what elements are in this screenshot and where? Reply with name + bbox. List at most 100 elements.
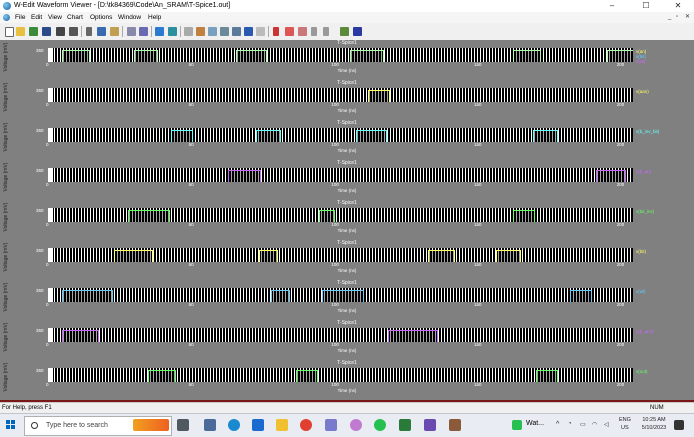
text-icon[interactable] (256, 27, 265, 36)
menu-file[interactable]: File (15, 12, 25, 23)
waveform-panel[interactable]: Voltage (mV) T-Spice1 350 0 50 100 150 200 Time … (0, 80, 694, 122)
tray-battery-icon[interactable]: ▭ (580, 421, 586, 428)
legend-entry[interactable]: v(b_an) (636, 169, 651, 174)
menu-edit[interactable]: Edit (31, 12, 42, 23)
cut-icon[interactable] (86, 27, 92, 36)
plot-area[interactable] (48, 168, 633, 182)
mdi-minimize-button[interactable]: _ (668, 12, 671, 23)
clock-time[interactable]: 10:25 AM (637, 417, 671, 423)
whatsapp-window-icon[interactable] (512, 420, 522, 430)
pause-icon[interactable] (311, 27, 317, 36)
whatsapp-window-label[interactable]: Wat... (526, 420, 544, 427)
app-icon-generic[interactable] (325, 419, 337, 431)
x-tick-label: 0 (46, 182, 49, 187)
maximize-button[interactable]: ☐ (632, 0, 660, 12)
weather-widget-icon[interactable] (133, 419, 169, 431)
waveform-panel[interactable]: Voltage (mV) T-Spice1 350 0 50 100 150 200 Time … (0, 160, 694, 202)
plot-area[interactable] (48, 88, 633, 102)
document-icon[interactable] (3, 14, 10, 21)
clock-date[interactable]: 5/10/2023 (637, 425, 671, 431)
legend-entry[interactable]: v(out) (636, 369, 648, 374)
new-file-icon[interactable] (5, 27, 14, 37)
chrome-browser-icon[interactable] (300, 419, 312, 431)
legend-entry[interactable]: v(b_an2) (636, 329, 654, 334)
camera-app-icon[interactable] (350, 419, 362, 431)
plot-area[interactable] (48, 248, 633, 262)
overlay-icon[interactable] (244, 27, 253, 36)
x-tick-label: 150 (474, 382, 482, 387)
waveform-panel[interactable]: Voltage (mV) T-Spice1 350 0 50 100 150 200 Time … (0, 360, 694, 402)
waveform-panel[interactable]: Voltage (mV) T-Spice1 350 0 50 100 150 200 Time … (0, 240, 694, 282)
menu-chart[interactable]: Chart (67, 12, 83, 23)
plot-area[interactable] (48, 368, 633, 382)
plot-area[interactable] (48, 128, 633, 142)
waveform-panel[interactable]: Voltage (mV) T-Spice1 350 0 50 100 150 200 Time … (0, 280, 694, 322)
print-preview-icon[interactable] (69, 27, 78, 36)
tray-network-icon[interactable]: ◔ (568, 421, 572, 427)
cursor-icon[interactable] (273, 27, 279, 36)
menu-window[interactable]: Window (118, 12, 141, 23)
windows-start-icon[interactable] (6, 420, 16, 430)
minimize-button[interactable]: – (598, 0, 626, 12)
menu-bar: File Edit View Chart Options Window Help… (0, 12, 694, 23)
close-button[interactable]: ✕ (664, 0, 692, 12)
legend-entry[interactable]: v(wl) (636, 289, 646, 294)
wedit-app-icon[interactable] (449, 419, 461, 431)
notification-icon[interactable] (674, 420, 684, 430)
mail-icon[interactable] (252, 419, 264, 431)
whatsapp-icon[interactable] (374, 419, 386, 431)
export-icon[interactable] (340, 27, 349, 36)
grid-icon[interactable] (127, 27, 136, 36)
waveform-panel[interactable]: Voltage (mV) T-Spice1 350 0 50 100 150 200 Time … (0, 120, 694, 162)
tray-wifi-icon[interactable]: ◠ (592, 421, 597, 428)
x-tick-label: 200 (616, 302, 625, 307)
menu-options[interactable]: Options (90, 12, 112, 23)
paste-icon[interactable] (110, 27, 119, 36)
waveform-panel[interactable]: Voltage (mV) T-Spice1 350 0 50 100 150 200 Time … (0, 320, 694, 362)
zoom-icon[interactable] (168, 27, 177, 36)
edge-browser-icon[interactable] (228, 419, 240, 431)
copy-icon[interactable] (97, 27, 106, 36)
legend-entry[interactable]: v(aan) (636, 89, 649, 94)
waveform-area[interactable]: Voltage (mV) T-Spice1 350 0 50 100 150 200 Time … (0, 40, 694, 402)
menu-view[interactable]: View (48, 12, 62, 23)
open-chart-icon[interactable] (196, 27, 205, 36)
tray-expand-icon[interactable]: ^ (556, 421, 559, 428)
open-folder-icon[interactable] (16, 27, 25, 36)
tray-volume-icon[interactable]: ◁ (604, 421, 609, 428)
menu-help[interactable]: Help (148, 12, 161, 23)
print-icon[interactable] (56, 27, 65, 36)
home-icon[interactable] (155, 27, 164, 36)
file-explorer-icon[interactable] (276, 419, 288, 431)
layout-icon[interactable] (208, 27, 217, 36)
files-app-icon[interactable] (204, 419, 216, 431)
help-icon[interactable] (353, 27, 362, 36)
import-icon[interactable] (29, 27, 38, 36)
legend-entry[interactable]: v(bit) (636, 249, 646, 254)
plot-area[interactable] (48, 208, 633, 222)
legend-entry[interactable]: v(bit_inv) (636, 209, 654, 214)
cascade-icon[interactable] (232, 27, 241, 36)
task-view-icon[interactable] (177, 419, 189, 431)
waveform-panel[interactable]: Voltage (mV) T-Spice1 350 0 50 100 150 200 Time … (0, 40, 694, 82)
measure-icon[interactable] (298, 27, 307, 36)
legend-entry[interactable]: v(b_inv_bit) (636, 129, 659, 134)
play-icon[interactable] (323, 27, 329, 36)
language-indicator-bottom[interactable]: US (621, 425, 629, 431)
tanner-app-icon[interactable] (424, 419, 436, 431)
language-indicator-top[interactable]: ENG (619, 417, 631, 423)
mdi-close-button[interactable]: ✕ (685, 12, 690, 23)
x-axis-label: Time (ns) (337, 108, 357, 113)
waveform-panel[interactable]: Voltage (mV) T-Spice1 350 0 50 100 150 200 Time … (0, 200, 694, 242)
marker-icon[interactable] (285, 27, 294, 36)
chart-icon[interactable] (139, 27, 148, 36)
mdi-restore-button[interactable]: ▫ (676, 12, 678, 23)
plot-area[interactable] (48, 328, 633, 342)
legend-entry[interactable]: v(wl) (636, 59, 646, 64)
terminal-app-icon[interactable] (399, 419, 411, 431)
save-icon[interactable] (42, 27, 51, 36)
plot-area[interactable] (48, 48, 633, 62)
plot-area[interactable] (48, 288, 633, 302)
tile-icon[interactable] (220, 27, 229, 36)
waveform-icon[interactable] (184, 27, 193, 36)
